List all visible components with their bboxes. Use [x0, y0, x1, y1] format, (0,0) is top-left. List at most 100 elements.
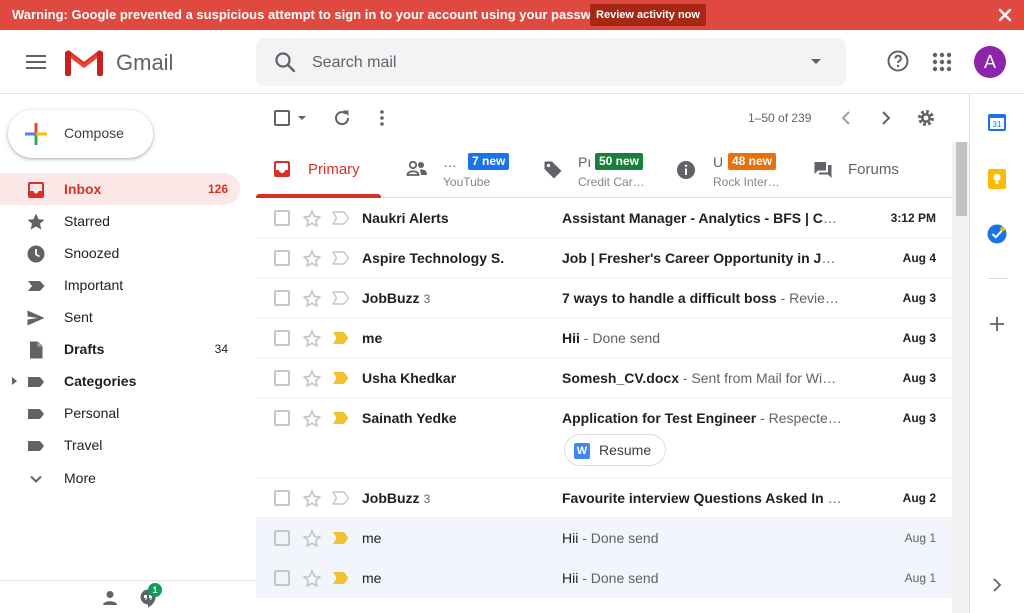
email-row[interactable]: Naukri Alerts Assistant Manager - Analyti…: [256, 198, 952, 238]
not-important-marker-icon[interactable]: [332, 251, 350, 265]
email-row[interactable]: JobBuzz 3 7 ways to handle a difficult bos…: [256, 278, 952, 318]
email-date: Aug 1: [904, 571, 936, 585]
row-checkbox[interactable]: [274, 530, 290, 546]
sidebar-item-sent[interactable]: Sent: [0, 301, 240, 333]
row-checkbox[interactable]: [274, 370, 290, 386]
select-all-checkbox[interactable]: [274, 110, 290, 126]
chevron-left-icon[interactable]: [838, 109, 854, 127]
email-subject: Application for Test Engineer: [562, 410, 757, 426]
important-marker-icon[interactable]: [332, 371, 350, 385]
not-important-marker-icon[interactable]: [332, 211, 350, 225]
scrollbar-thumb[interactable]: [956, 142, 967, 216]
email-row[interactable]: me Hii - Done send Aug 1: [256, 518, 952, 558]
more-options-icon[interactable]: [372, 108, 392, 128]
email-row[interactable]: Aspire Technology S. Job | Fresher's Care…: [256, 238, 952, 278]
email-snippet: - Review…: [776, 290, 842, 306]
sender-label: Naukri Alerts: [362, 210, 449, 226]
draft-count: 34: [214, 342, 228, 356]
gmail-logo-icon[interactable]: [64, 47, 104, 77]
main-menu-icon[interactable]: [22, 48, 50, 76]
tab-updates[interactable]: U 48 new Rock Inter…: [666, 142, 796, 198]
refresh-icon[interactable]: [332, 108, 352, 128]
tab-forums[interactable]: Forums: [801, 142, 931, 198]
email-row[interactable]: Usha Khedkar Somesh_CV.docx - Sent from M…: [256, 358, 952, 398]
sidebar-item-personal[interactable]: Personal: [0, 397, 240, 429]
review-activity-button[interactable]: Review activity now: [590, 4, 706, 26]
row-checkbox[interactable]: [274, 490, 290, 506]
row-checkbox[interactable]: [274, 410, 290, 426]
important-marker-icon[interactable]: [332, 571, 350, 585]
search-input[interactable]: [312, 52, 792, 74]
email-row[interactable]: JobBuzz 3 Favourite interview Questions As…: [256, 478, 952, 518]
message-preview: Application for Test Engineer - Respecte…: [562, 410, 842, 426]
app-name[interactable]: Gmail: [116, 50, 173, 76]
header: Gmail A: [0, 30, 1024, 94]
row-checkbox[interactable]: [274, 290, 290, 306]
expand-arrow-icon[interactable]: [10, 376, 18, 386]
tasks-icon[interactable]: [987, 224, 1007, 244]
search-options-dropdown-icon[interactable]: [809, 58, 823, 66]
message-preview: Somesh_CV.docx - Sent from Mail for Win…: [562, 370, 842, 386]
row-checkbox[interactable]: [274, 330, 290, 346]
search-icon[interactable]: [274, 51, 296, 73]
important-marker-icon[interactable]: [332, 411, 350, 425]
sender-name: me: [362, 570, 381, 586]
thread-count: 3: [423, 492, 431, 506]
settings-gear-icon[interactable]: [916, 108, 936, 128]
sidebar-item-inbox[interactable]: Inbox 126: [0, 173, 240, 205]
sidebar-item-snoozed[interactable]: Snoozed: [0, 237, 240, 269]
sender-label: JobBuzz: [362, 490, 420, 506]
star-outline-icon[interactable]: [302, 329, 322, 349]
email-row[interactable]: me Hii - Done send Aug 1: [256, 558, 952, 598]
tab-label: U: [713, 154, 724, 170]
star-outline-icon[interactable]: [302, 489, 322, 509]
email-subject: Hii: [562, 330, 580, 346]
sidebar-item-label: Sent: [64, 309, 93, 325]
calendar-icon[interactable]: 31: [987, 112, 1007, 132]
select-dropdown-icon[interactable]: [297, 115, 307, 121]
tab-primary[interactable]: Primary: [256, 142, 381, 198]
keep-notes-icon[interactable]: [987, 168, 1007, 190]
tab-social[interactable]: … 7 new YouTube: [394, 142, 524, 198]
add-addon-plus-icon[interactable]: [987, 314, 1007, 334]
expand-panel-chevron-right-icon[interactable]: [987, 575, 1007, 595]
star-outline-icon[interactable]: [302, 249, 322, 269]
star-outline-icon[interactable]: [302, 289, 322, 309]
row-checkbox[interactable]: [274, 210, 290, 226]
important-marker-icon[interactable]: [332, 331, 350, 345]
email-row[interactable]: Sainath Yedke Application for Test Engine…: [256, 398, 952, 478]
not-important-marker-icon[interactable]: [332, 291, 350, 305]
unread-count: 126: [207, 182, 228, 196]
account-avatar[interactable]: A: [974, 46, 1006, 78]
forum-chat-icon: [813, 160, 833, 180]
star-outline-icon[interactable]: [302, 569, 322, 589]
contacts-person-icon[interactable]: [100, 588, 120, 608]
email-row[interactable]: me Hii - Done send Aug 3: [256, 318, 952, 358]
apps-grid-icon[interactable]: [932, 52, 952, 72]
sidebar-item-starred[interactable]: Starred: [0, 205, 240, 237]
help-icon[interactable]: [886, 49, 910, 73]
compose-button[interactable]: Compose: [8, 110, 153, 158]
attachment-chip[interactable]: W Resume: [564, 434, 667, 466]
chevron-right-icon[interactable]: [878, 109, 894, 127]
search-bar[interactable]: [256, 38, 846, 86]
close-icon[interactable]: [996, 6, 1014, 24]
row-checkbox[interactable]: [274, 570, 290, 586]
star-outline-icon[interactable]: [302, 529, 322, 549]
sidebar-item-more[interactable]: More: [0, 462, 240, 494]
not-important-marker-icon[interactable]: [332, 491, 350, 505]
tab-promotions[interactable]: Pı 50 new Credit Car…: [531, 142, 661, 198]
star-outline-icon[interactable]: [302, 369, 322, 389]
send-icon: [26, 308, 46, 328]
sidebar-item-categories[interactable]: Categories: [0, 365, 240, 397]
sender-label: JobBuzz: [362, 290, 420, 306]
sender-name: Aspire Technology S.: [362, 250, 504, 266]
sidebar-item-important[interactable]: Important: [0, 269, 240, 301]
sidebar-item-drafts[interactable]: Drafts 34: [0, 333, 240, 365]
sidebar-item-travel[interactable]: Travel: [0, 429, 240, 461]
row-checkbox[interactable]: [274, 250, 290, 266]
star-outline-icon[interactable]: [302, 409, 322, 429]
sender-label: Sainath Yedke: [362, 410, 457, 426]
important-marker-icon[interactable]: [332, 531, 350, 545]
star-outline-icon[interactable]: [302, 209, 322, 229]
